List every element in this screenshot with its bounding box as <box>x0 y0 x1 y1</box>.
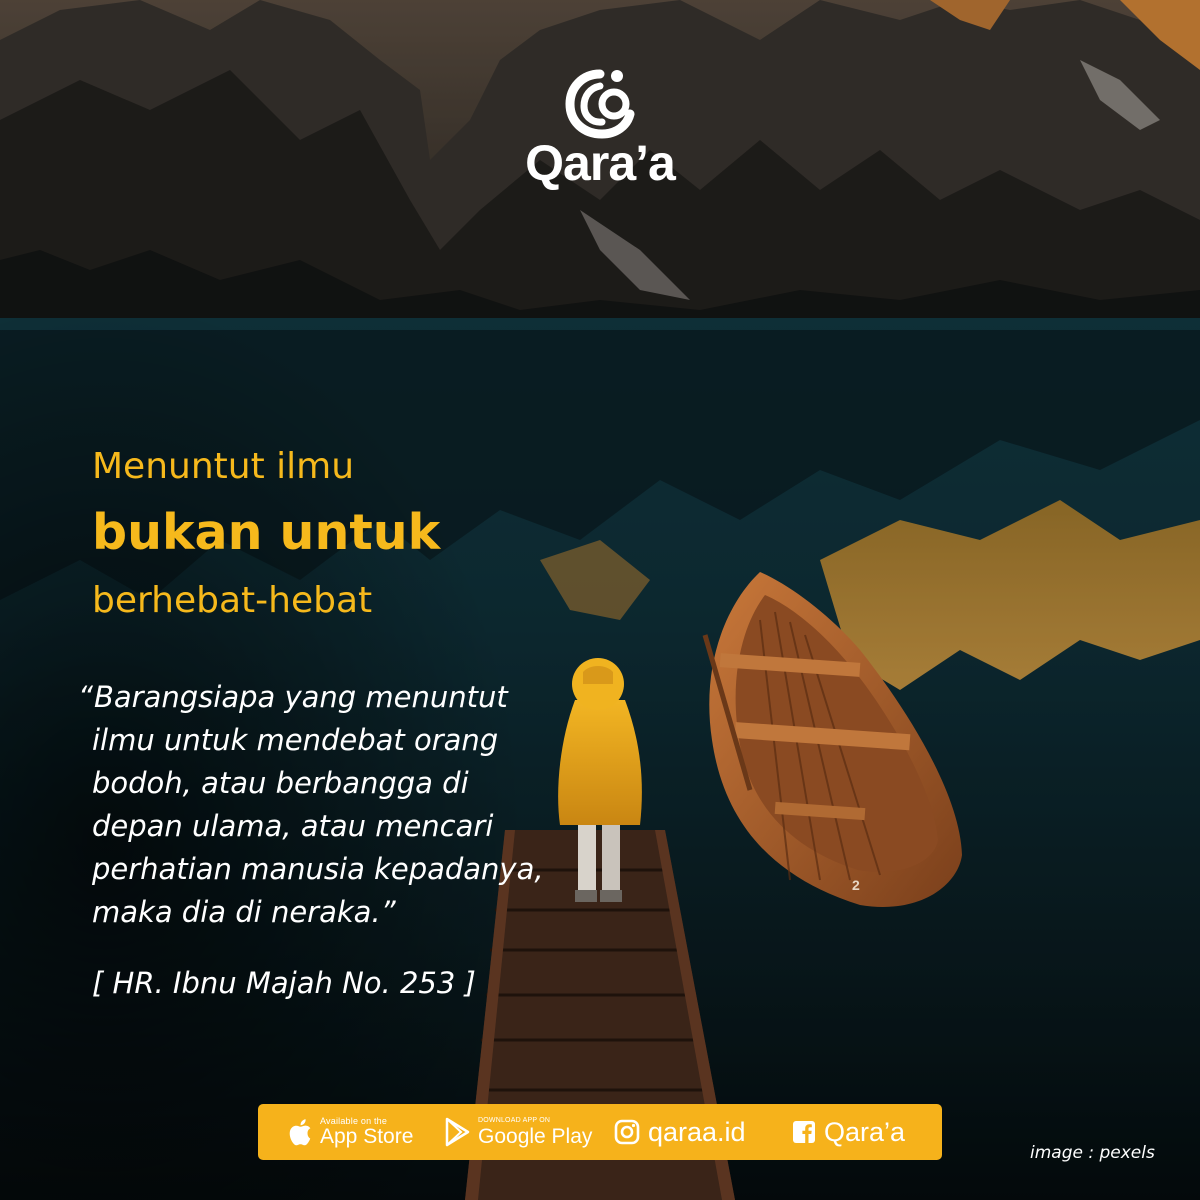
app-store-label: App Store <box>320 1125 414 1148</box>
instagram-icon <box>614 1119 640 1145</box>
svg-text:2: 2 <box>852 877 860 893</box>
quote-line: depan ulama, atau mencari <box>92 809 494 843</box>
hadith-source: [ HR. Ibnu Majah No. 253 ] <box>92 966 476 1000</box>
footer-links-bar: Available on the App Store DOWNLOAD APP … <box>258 1104 942 1160</box>
app-store-badge[interactable]: Available on the App Store <box>288 1104 413 1160</box>
instagram-link[interactable]: qaraa.id <box>614 1104 746 1160</box>
quote-line: ilmu untuk mendebat orang <box>92 723 499 757</box>
facebook-label: Qara’a <box>824 1117 906 1147</box>
qaraa-logo-icon <box>565 69 635 139</box>
hadith-quote: “Barangsiapa yang menuntut ilmu untuk me… <box>78 676 598 934</box>
quote-line: bodoh, atau berbangga di <box>92 766 469 800</box>
instagram-label: qaraa.id <box>648 1117 746 1147</box>
headline-line-1: Menuntut ilmu <box>92 446 355 487</box>
brand-name: Qara’a <box>525 135 676 191</box>
headline-line-3: berhebat-hebat <box>92 580 373 621</box>
quote-open-mark: “ <box>78 680 94 714</box>
google-play-label: Google Play <box>478 1125 593 1148</box>
apple-icon <box>289 1119 311 1146</box>
quote-line: “Barangsiapa yang menuntut <box>78 676 598 719</box>
image-credit: image : pexels <box>1030 1143 1155 1163</box>
facebook-icon <box>793 1121 815 1143</box>
google-play-icon <box>445 1117 470 1147</box>
brand-logo: Qara’a <box>500 66 700 192</box>
quote-line: maka dia di neraka.” <box>92 895 396 929</box>
google-play-badge[interactable]: DOWNLOAD APP ON Google Play <box>444 1104 592 1160</box>
headline-line-2: bukan untuk <box>92 504 441 561</box>
quote-line: perhatian manusia kepadanya, <box>92 852 544 886</box>
facebook-link[interactable]: Qara’a <box>792 1104 905 1160</box>
